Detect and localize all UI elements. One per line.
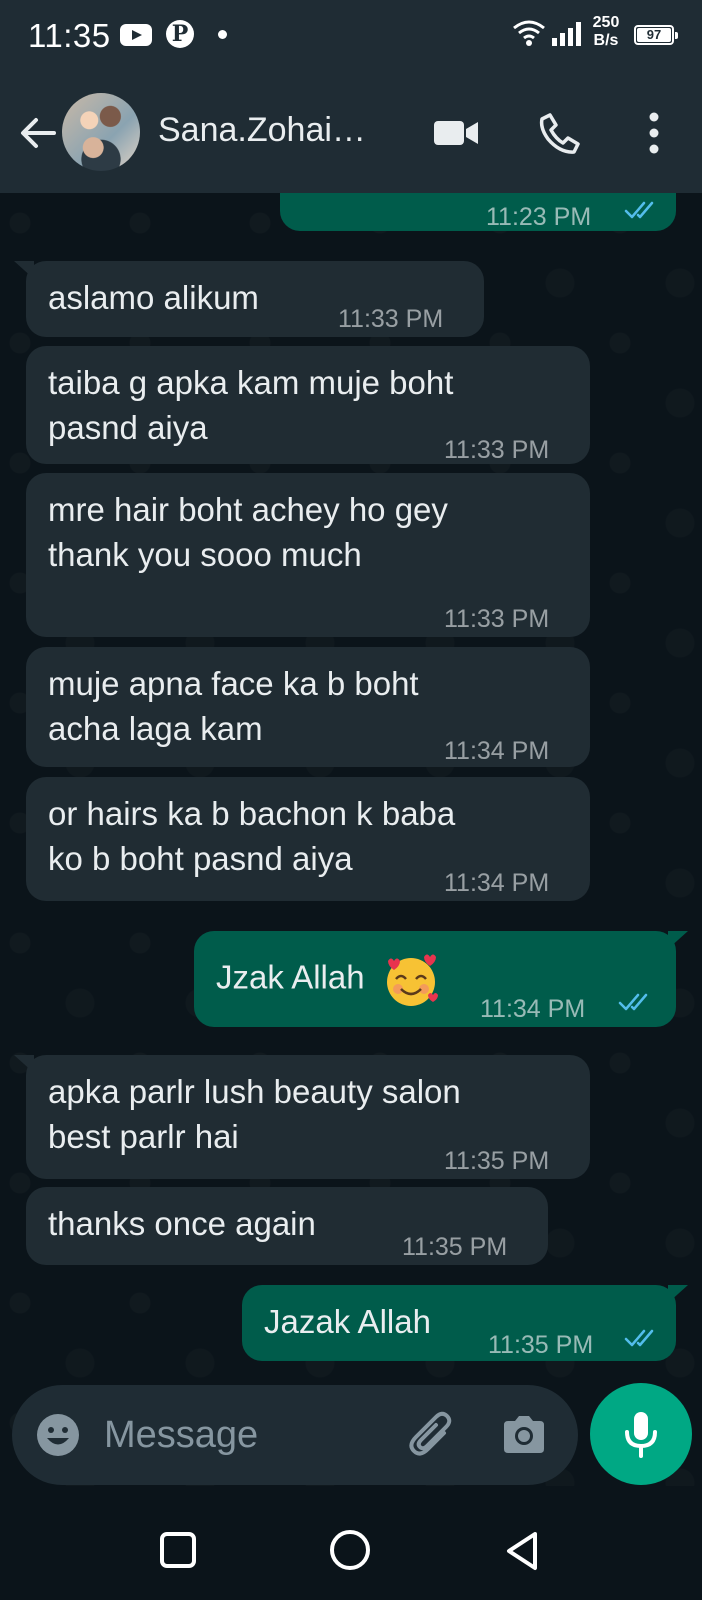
message-composer <box>12 1385 578 1485</box>
message-text: Jazak Allah <box>264 1299 431 1344</box>
contact-name[interactable]: Sana.Zohai… <box>158 111 366 150</box>
smiling-face-with-hearts-emoji <box>386 954 438 1006</box>
notification-dot-icon <box>218 30 227 39</box>
avatar[interactable] <box>62 93 140 171</box>
message-time: 11:33 PM <box>338 305 444 333</box>
message-bubble-incoming[interactable]: aslamo alikum 11:33 PM <box>14 261 484 337</box>
back-arrow-icon[interactable] <box>16 111 60 155</box>
message-line: or hairs ka b bachon k baba <box>48 795 456 832</box>
message-time: 11:34 PM <box>480 995 586 1023</box>
bubble-tail <box>14 261 34 279</box>
status-time: 11:35 <box>28 17 111 54</box>
bubble-tail <box>668 1285 688 1303</box>
chat-area[interactable]: 11:23 PM aslamo alikum 11:33 PM taiba g … <box>0 193 702 1486</box>
camera-icon[interactable] <box>500 1411 548 1459</box>
message-bubble-incoming[interactable]: thanks once again 11:35 PM <box>26 1187 548 1265</box>
youtube-icon <box>120 24 152 46</box>
message-time: 11:34 PM <box>444 737 550 765</box>
message-bubble-outgoing[interactable]: Jzak Allah 11:34 PM <box>194 931 688 1027</box>
bubble-tail <box>668 931 688 949</box>
message-bubble-incoming[interactable]: muje apna face ka b boht acha laga kam 1… <box>26 647 590 767</box>
read-ticks-icon <box>624 201 654 219</box>
message-time: 11:34 PM <box>444 869 550 897</box>
battery-icon: 97 <box>634 25 678 45</box>
message-line: Jzak Allah <box>216 958 365 996</box>
message-time: 11:33 PM <box>444 436 550 464</box>
message-bubble-incoming[interactable]: mre hair boht achey ho gey thank you soo… <box>26 473 590 637</box>
message-line: best parlr hai <box>48 1118 239 1155</box>
message-bubble-outgoing[interactable]: Jazak Allah 11:35 PM <box>242 1285 688 1361</box>
chat-header: Sana.Zohai… <box>0 75 702 193</box>
message-time: 11:23 PM <box>486 203 592 231</box>
message-text: aslamo alikum <box>48 275 259 320</box>
home-icon[interactable] <box>330 1530 370 1570</box>
message-text: Jzak Allah <box>216 951 440 1009</box>
message-line: Jazak Allah <box>264 1303 431 1340</box>
message-line: thanks once again <box>48 1205 316 1242</box>
message-line: mre hair boht achey ho gey <box>48 491 448 528</box>
message-line: acha laga kam <box>48 710 263 747</box>
system-nav-bar <box>0 1490 702 1600</box>
mic-button[interactable] <box>590 1383 692 1485</box>
battery-cap <box>675 32 678 39</box>
message-line: taiba g apka kam muje boht <box>48 364 454 401</box>
message-time: 11:35 PM <box>444 1147 550 1175</box>
network-speed-value: 250 <box>592 14 620 31</box>
message-line: thank you sooo much <box>48 536 362 573</box>
read-ticks-icon <box>618 993 648 1011</box>
message-bubble-incoming[interactable]: apka parlr lush beauty salon best parlr … <box>14 1055 590 1179</box>
mic-icon <box>625 1412 657 1458</box>
message-time: 11:33 PM <box>444 605 550 633</box>
more-options-icon[interactable] <box>636 109 672 157</box>
network-speed: 250 B/s <box>588 14 624 50</box>
message-line: muje apna face ka b boht <box>48 665 419 702</box>
battery-percent: 97 <box>646 27 662 42</box>
message-line: apka parlr lush beauty salon <box>48 1073 461 1110</box>
message-line: pasnd aiya <box>48 409 208 446</box>
message-text: apka parlr lush beauty salon best parlr … <box>48 1069 461 1159</box>
message-text: mre hair boht achey ho gey thank you soo… <box>48 487 448 577</box>
message-time: 11:35 PM <box>488 1331 594 1359</box>
message-bubble-outgoing[interactable]: 11:23 PM <box>280 193 676 231</box>
read-ticks-icon <box>624 1329 654 1347</box>
signal-icon <box>552 22 581 46</box>
message-bubble-incoming[interactable]: or hairs ka b bachon k baba ko b boht pa… <box>26 777 590 901</box>
status-bar: 11:35 P 250 B/s 97 <box>0 0 702 75</box>
message-time: 11:35 PM <box>402 1233 508 1261</box>
attach-icon[interactable] <box>406 1407 458 1463</box>
video-call-icon[interactable] <box>432 115 480 151</box>
emoji-icon[interactable] <box>34 1411 82 1459</box>
bubble-tail <box>14 1055 34 1073</box>
message-text: or hairs ka b bachon k baba ko b boht pa… <box>48 791 455 881</box>
nav-back-icon[interactable] <box>502 1530 542 1572</box>
message-line: aslamo alikum <box>48 279 259 316</box>
network-speed-unit: B/s <box>593 32 619 49</box>
message-line: ko b boht pasnd aiya <box>48 840 353 877</box>
voice-call-icon[interactable] <box>538 111 582 155</box>
message-text: thanks once again <box>48 1201 316 1246</box>
message-text: muje apna face ka b boht acha laga kam <box>48 661 419 751</box>
wifi-icon <box>513 20 545 46</box>
recent-apps-icon[interactable] <box>160 1532 196 1568</box>
message-bubble-incoming[interactable]: taiba g apka kam muje boht pasnd aiya 11… <box>26 346 590 464</box>
message-text: taiba g apka kam muje boht pasnd aiya <box>48 360 453 450</box>
message-input[interactable] <box>104 1407 394 1463</box>
pinterest-icon: P <box>166 20 194 48</box>
